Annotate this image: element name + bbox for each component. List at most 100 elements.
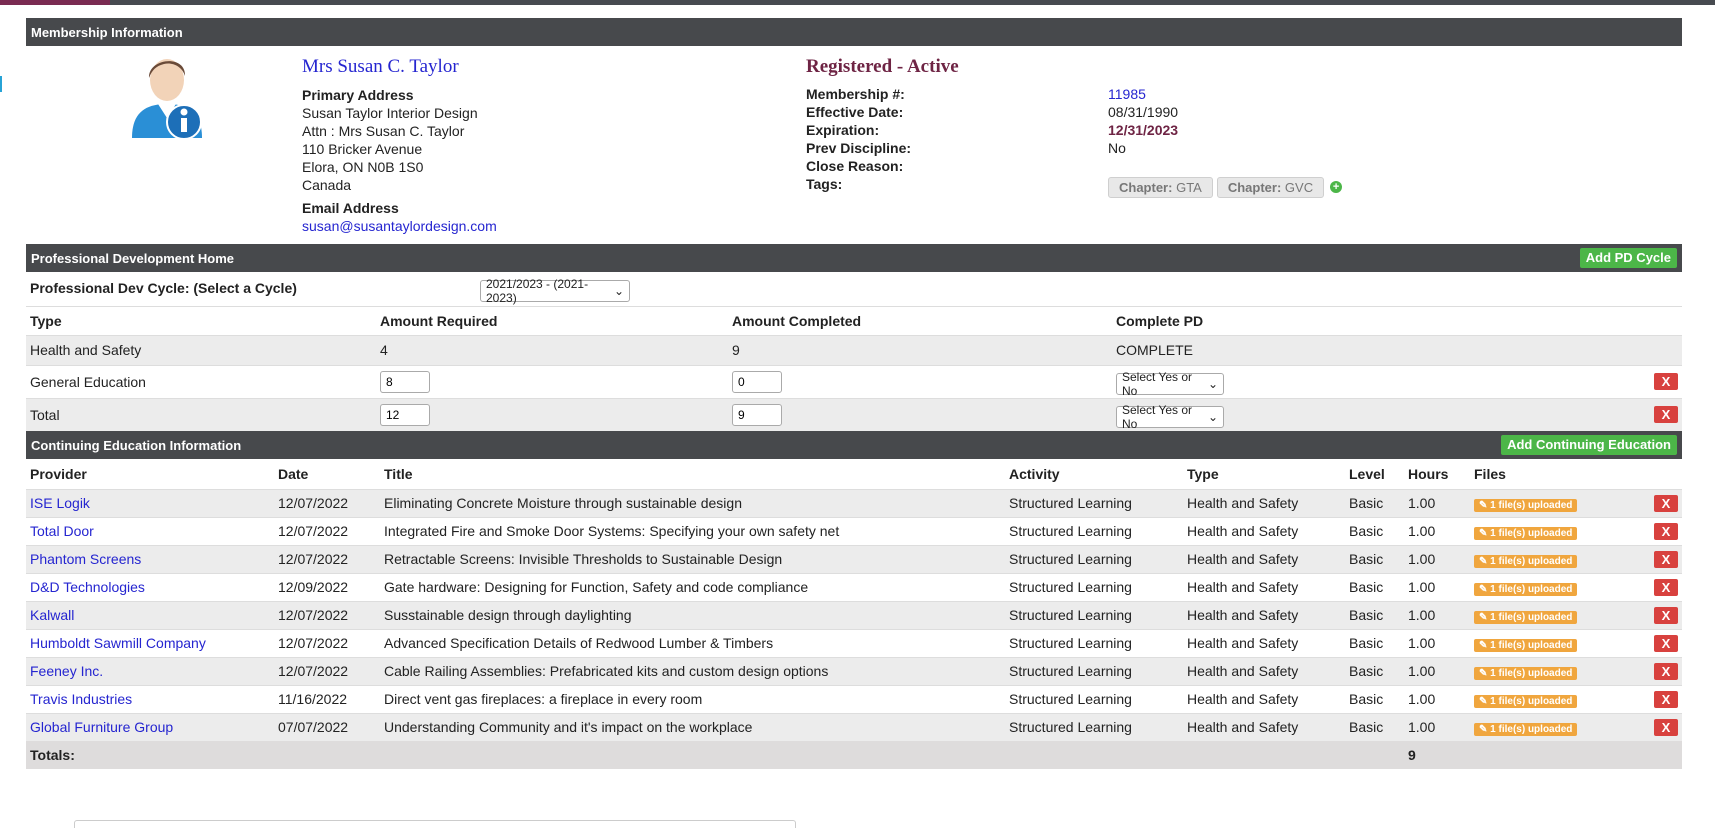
delete-button[interactable]: X	[1654, 578, 1678, 596]
add-pd-cycle-button[interactable]: Add PD Cycle	[1579, 248, 1677, 268]
pd-col-header: Type	[30, 312, 62, 329]
address-line: Susan Taylor Interior Design	[302, 105, 478, 121]
files-uploaded-badge[interactable]: ✎ 1 file(s) uploaded	[1474, 499, 1578, 512]
complete-pd-selected: Select Yes or No	[1122, 370, 1193, 398]
pd-completed-input[interactable]	[732, 370, 782, 393]
ce-date: 12/07/2022	[278, 663, 349, 679]
delete-button[interactable]: X	[1654, 662, 1678, 680]
ce-provider-link[interactable]: Global Furniture Group	[26, 713, 274, 741]
pd-cycle-row: Professional Dev Cycle: (Select a Cycle)…	[26, 272, 1682, 307]
delete-button[interactable]: X	[1654, 606, 1678, 624]
ce-type: Health and Safety	[1187, 607, 1299, 623]
add-tag-icon[interactable]: +	[1330, 181, 1343, 193]
ce-section-title: Continuing Education Information	[31, 437, 242, 453]
ce-title: Advanced Specification Details of Redwoo…	[384, 635, 774, 651]
ce-hours: 1.00	[1408, 579, 1436, 595]
pd-completed: 9	[732, 342, 740, 358]
complete-pd-select[interactable]: Select Yes or No ⌄	[1116, 403, 1224, 432]
ce-row: Feeney Inc. 12/07/2022 Cable Railing Assem…	[26, 657, 1682, 685]
effective-date-label: Effective Date:	[806, 104, 904, 120]
ce-provider-link[interactable]: ISE Logik	[26, 489, 274, 517]
ce-provider-link[interactable]: Phantom Screens	[26, 545, 274, 573]
pd-required-input[interactable]	[380, 403, 430, 426]
ce-date: 12/07/2022	[278, 495, 349, 511]
files-uploaded-badge[interactable]: ✎ 1 file(s) uploaded	[1474, 611, 1578, 624]
ce-title: Eliminating Concrete Moisture through su…	[384, 495, 742, 511]
pd-section-header: Professional Development Home Add PD Cyc…	[26, 244, 1682, 272]
user-info-icon	[132, 59, 202, 140]
ce-provider-link[interactable]: Travis Industries	[26, 685, 274, 713]
pd-complete-status: COMPLETE	[1116, 342, 1194, 358]
tag-chip[interactable]: Chapter: GTA	[1108, 176, 1213, 198]
tag-chip[interactable]: Chapter: GVC	[1216, 176, 1325, 198]
pd-cycle-select[interactable]: 2021/2023 - (2021-2023) ⌄	[480, 277, 630, 305]
files-uploaded-badge[interactable]: ✎ 1 file(s) uploaded	[1474, 527, 1578, 540]
membership-details: Membership #: 11985 Effective Date: 08/31/…	[806, 86, 1666, 202]
ce-date: 12/07/2022	[278, 607, 349, 623]
tag-prefix: Chapter:	[1119, 179, 1173, 195]
ce-hours: 1.00	[1408, 551, 1436, 567]
ce-date: 12/07/2022	[278, 635, 349, 651]
ce-activity: Structured Learning	[1009, 551, 1132, 567]
delete-button[interactable]: X	[1654, 522, 1678, 540]
main-content: Membership Information Mrs Susan C. Tayl…	[26, 18, 1682, 769]
ce-provider-link[interactable]: D&D Technologies	[26, 573, 274, 601]
files-uploaded-badge[interactable]: ✎ 1 file(s) uploaded	[1474, 695, 1578, 708]
pd-completed-input[interactable]	[732, 403, 782, 426]
ce-date: 11/16/2022	[278, 691, 348, 707]
ce-provider-link[interactable]: Total Door	[26, 517, 274, 545]
ce-type: Health and Safety	[1187, 691, 1299, 707]
ce-row: Global Furniture Group 07/07/2022 Understa…	[26, 713, 1682, 741]
prev-discipline-label: Prev Discipline:	[806, 140, 912, 156]
ce-level: Basic	[1349, 663, 1384, 679]
pd-type: General Education	[30, 373, 146, 390]
pd-required-input[interactable]	[380, 370, 430, 393]
effective-date-value: 08/31/1990	[1108, 104, 1179, 120]
files-uploaded-badge[interactable]: ✎ 1 file(s) uploaded	[1474, 555, 1578, 568]
delete-button[interactable]: X	[1654, 634, 1678, 652]
ce-level: Basic	[1349, 551, 1384, 567]
ce-type: Health and Safety	[1187, 523, 1299, 539]
delete-button[interactable]: X	[1654, 494, 1678, 512]
ce-provider-link[interactable]: Feeney Inc.	[26, 657, 274, 685]
add-continuing-education-button[interactable]: Add Continuing Education	[1501, 435, 1677, 455]
files-uploaded-badge[interactable]: ✎ 1 file(s) uploaded	[1474, 667, 1578, 680]
address-line: Elora, ON N0B 1S0	[302, 159, 424, 175]
tag-value: GVC	[1284, 179, 1314, 195]
tags-label: Tags:	[806, 176, 843, 192]
ce-level: Basic	[1349, 607, 1384, 623]
membership-panel: Mrs Susan C. Taylor Primary Address Susa…	[26, 46, 1682, 244]
ce-hours: 1.00	[1408, 635, 1436, 651]
ce-provider-link[interactable]: Humboldt Sawmill Company	[26, 629, 274, 657]
ce-level: Basic	[1349, 719, 1384, 736]
membership-section-title: Membership Information	[31, 24, 183, 40]
files-uploaded-badge[interactable]: ✎ 1 file(s) uploaded	[1474, 583, 1578, 596]
email-link[interactable]: susan@susantaylordesign.com	[302, 218, 497, 234]
ce-col-header: Level	[1349, 465, 1385, 482]
ce-activity: Structured Learning	[1009, 663, 1132, 679]
address-line: Attn : Mrs Susan C. Taylor	[302, 123, 465, 139]
delete-button[interactable]: X	[1654, 373, 1678, 390]
delete-button[interactable]: X	[1654, 690, 1678, 708]
ce-row: Total Door 12/07/2022 Integrated Fire and …	[26, 517, 1682, 545]
delete-button[interactable]: X	[1654, 550, 1678, 568]
complete-pd-selected: Select Yes or No	[1122, 403, 1193, 432]
delete-button[interactable]: X	[1654, 406, 1678, 424]
member-name: Mrs Susan C. Taylor	[302, 56, 459, 77]
ce-row: Travis Industries 11/16/2022 Direct vent g…	[26, 685, 1682, 713]
complete-pd-select[interactable]: Select Yes or No ⌄	[1116, 370, 1224, 398]
ce-activity: Structured Learning	[1009, 607, 1132, 623]
ce-type: Health and Safety	[1187, 719, 1299, 736]
membership-no-link[interactable]: 11985	[1108, 86, 1146, 104]
primary-address: Primary Address Susan Taylor Interior De…	[302, 86, 478, 194]
ce-level: Basic	[1349, 495, 1384, 511]
files-uploaded-badge[interactable]: ✎ 1 file(s) uploaded	[1474, 639, 1578, 652]
ce-provider-link[interactable]: Kalwall	[26, 601, 274, 629]
expiration-value: 12/31/2023	[1108, 122, 1179, 138]
delete-button[interactable]: X	[1654, 718, 1678, 736]
files-uploaded-badge[interactable]: ✎ 1 file(s) uploaded	[1474, 723, 1578, 737]
top-accent	[0, 0, 110, 5]
pd-row: Health and Safety 4 9 COMPLETE	[26, 335, 1682, 365]
ce-activity: Structured Learning	[1009, 579, 1132, 595]
ce-type: Health and Safety	[1187, 495, 1299, 511]
